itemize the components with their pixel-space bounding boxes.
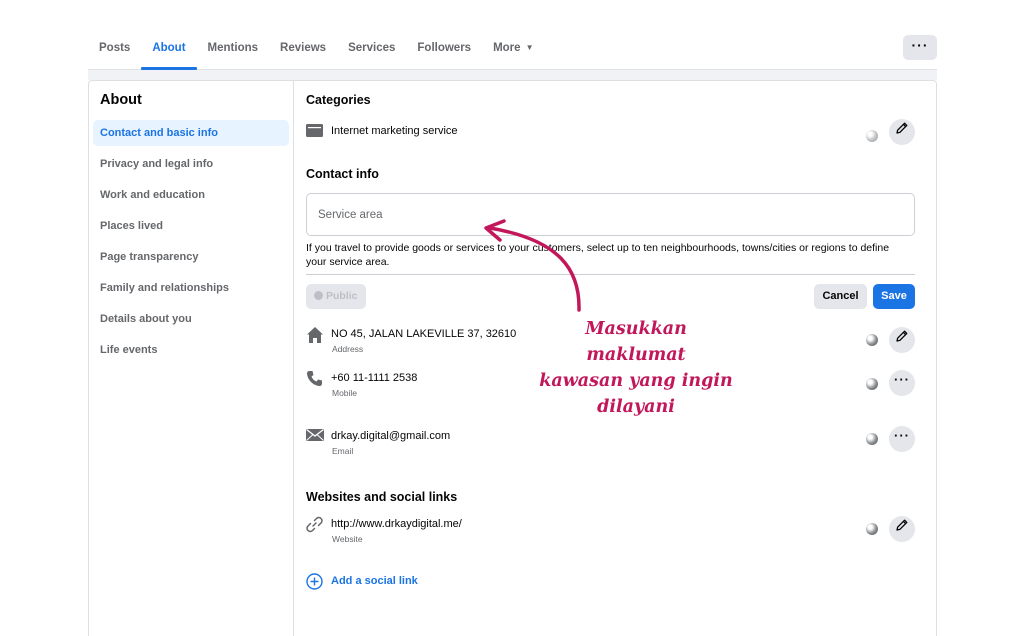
edit-address-button[interactable] [889, 327, 915, 353]
annotation-text: Masukkan maklumat kawasan yang ingin dil… [536, 316, 736, 420]
sidebar-item-life-events[interactable]: Life events [93, 337, 289, 363]
address-label: Address [332, 344, 364, 354]
annotation-line-3: dilayani [597, 397, 675, 417]
envelope-icon [306, 428, 324, 446]
home-icon [306, 326, 324, 344]
public-label: Public [326, 290, 358, 302]
contact-info-title: Contact info [306, 167, 379, 181]
about-card: About Contact and basic info Privacy and… [88, 80, 937, 636]
plus-circle-icon [306, 573, 323, 590]
sidebar-item-contact-basic-info[interactable]: Contact and basic info [93, 120, 289, 146]
tab-services[interactable]: Services [337, 28, 406, 68]
sidebar-item-work-education[interactable]: Work and education [93, 182, 289, 208]
caret-down-icon: ▼ [525, 43, 534, 52]
cancel-button[interactable]: Cancel [814, 284, 867, 309]
more-options-button[interactable]: ··· [903, 35, 937, 60]
category-folder-icon [306, 123, 324, 141]
edit-category-button[interactable] [889, 119, 915, 145]
tab-list: Posts About Mentions Reviews Services Fo… [88, 28, 544, 70]
tab-mentions[interactable]: Mentions [197, 28, 269, 68]
email-value: drkay.digital@gmail.com [331, 430, 451, 442]
sidebar-list: Contact and basic info Privacy and legal… [93, 120, 289, 368]
sidebar-item-page-transparency[interactable]: Page transparency [93, 244, 289, 270]
categories-title: Categories [306, 93, 371, 107]
service-area-field[interactable] [306, 193, 915, 236]
sidebar-item-privacy-legal-info[interactable]: Privacy and legal info [93, 151, 289, 177]
website-label: Website [332, 534, 363, 544]
email-options-button[interactable]: ··· [889, 426, 915, 452]
phone-options-button[interactable]: ··· [889, 370, 915, 396]
tab-more-label: More [493, 42, 521, 54]
globe-icon [314, 291, 323, 300]
category-value: Internet marketing service [331, 125, 458, 137]
pencil-icon [896, 122, 908, 134]
add-social-link-label: Add a social link [331, 575, 418, 587]
websites-social-title: Websites and social links [306, 490, 458, 504]
sidebar-item-details-about-you[interactable]: Details about you [93, 306, 289, 332]
privacy-globe-icon[interactable] [866, 523, 878, 535]
edit-website-button[interactable] [889, 516, 915, 542]
tab-posts[interactable]: Posts [88, 28, 141, 68]
page-tab-bar: Posts About Mentions Reviews Services Fo… [88, 28, 937, 70]
add-social-link-button[interactable]: Add a social link [306, 573, 506, 591]
website-value[interactable]: http://www.drkaydigital.me/ [331, 518, 462, 530]
phone-icon [306, 370, 324, 388]
annotation-line-2: kawasan yang ingin [539, 371, 733, 391]
separator-band [88, 70, 937, 80]
tab-more[interactable]: More ▼ [482, 28, 544, 68]
save-button[interactable]: Save [873, 284, 915, 309]
phone-value: +60 11-1111 2538 [331, 372, 418, 384]
tab-followers[interactable]: Followers [406, 28, 482, 68]
address-value: NO 45, JALAN LAKEVILLE 37, 32610 [331, 328, 517, 340]
pencil-icon [896, 330, 908, 342]
privacy-globe-icon[interactable] [866, 334, 878, 346]
sidebar-title: About [100, 92, 142, 108]
privacy-globe-icon[interactable] [866, 130, 878, 142]
link-icon [306, 516, 324, 534]
phone-label: Mobile [332, 388, 358, 398]
pencil-icon [896, 519, 908, 531]
sidebar-item-family-relationships[interactable]: Family and relationships [93, 275, 289, 301]
tab-reviews[interactable]: Reviews [269, 28, 337, 68]
tab-about[interactable]: About [141, 28, 197, 70]
divider [306, 274, 915, 275]
annotation-line-1: Masukkan maklumat [585, 319, 687, 365]
service-area-help-text: If you travel to provide goods or servic… [306, 242, 890, 268]
sidebar-item-places-lived[interactable]: Places lived [93, 213, 289, 239]
email-label: Email [332, 446, 354, 456]
about-sidebar: About Contact and basic info Privacy and… [89, 81, 294, 636]
privacy-globe-icon[interactable] [866, 378, 878, 390]
service-area-input[interactable] [307, 194, 914, 235]
public-audience-button[interactable]: Public [306, 284, 366, 309]
privacy-globe-icon[interactable] [866, 433, 878, 445]
